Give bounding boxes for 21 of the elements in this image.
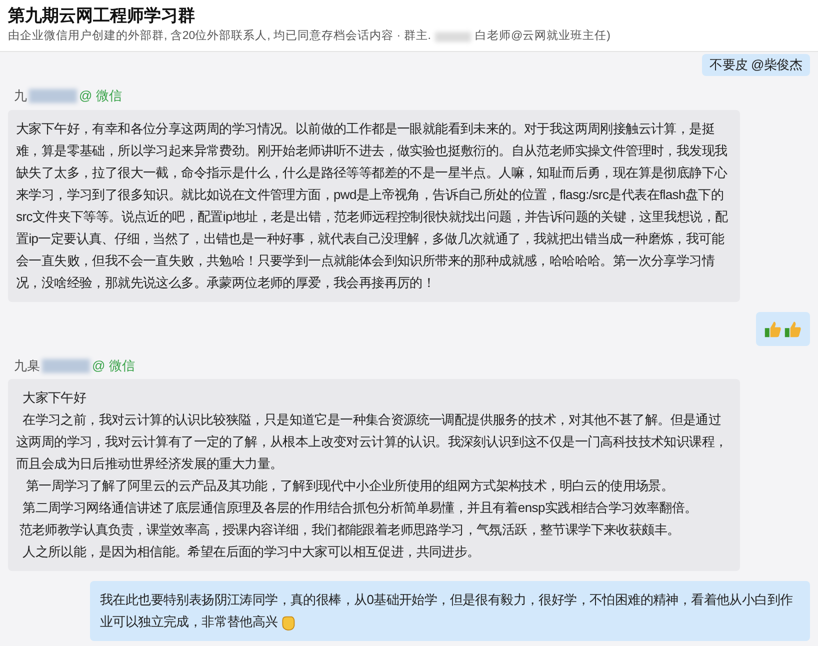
message-text: 第二周学习网络通信讲述了底层通信原理及各层的作用结合抓包分析简单易懂，并且有着ensp实践相结合学习效率翻倍。 bbox=[22, 499, 698, 518]
sender-source: @ 微信 bbox=[79, 87, 122, 106]
message-text: 我在此也要特别表扬阴江涛同学，真的很棒，从0基础开始学，但是很有毅力，很好学，不怕困难的精神，看着他从小白到作业可以独立完成，非常替他高兴 bbox=[100, 591, 794, 633]
message-text: 范老师教学认真负责，课堂效率高，授课内容详细，我们都能跟着老师思路学习，气氛活跃，整节课学下来收获颇丰。 bbox=[18, 521, 681, 540]
blurred-name bbox=[42, 358, 90, 372]
group-owner: 白老师@云网就业班主任) bbox=[475, 28, 611, 44]
group-title: 第九期云网工程师学习群 bbox=[8, 5, 196, 27]
message-text: 不要皮 @柴俊杰 bbox=[710, 56, 802, 74]
sender-name: 九臬 bbox=[14, 356, 40, 375]
message-text: 大家下午好，有幸和各位分享这两周的学习情况。以前做的工作都是一眼就能看到未来的。对于我这两周刚接触云计算，是挺难，算是零基础，所以学习起来异常费劲。刚开始老师讲听不进去，做实验也挺敷衍的。自从范老师实操文件管理时，我发现我缺失了太多，拉了很大一截，命令指示是什么，什么是路径等等都差的不是一星半点。人嘛，知耻而后勇，现在算是彻底静下心来学习，学习到了很多知识。就比如说在文件管理方面，pwd是上帝视角，告诉自己所处的位置，flasg:/src是代表在flash盘下的src文件夹下等等。说点近的吧，配置ip地址，老是出错，范老师远程控制很快就找出问题，并告诉问题的关键，这里我想说，配置ip一定要认真、仔细，当然了，出错也是一种好事，就代表自己没理解，多做几次就通了，我就把出错当成一种磨炼，我可能会一直失败，但我不会一直失败，共勉哈！只要学到一点就能体会到知识所带来的那种成就感，哈哈哈哈。第一次分享学习情况，没啥经验，那就先说这么多。承蒙两位老师的厚爱，我会再接再厉的！ bbox=[16, 120, 729, 292]
group-info: 由企业微信用户创建的外部群, 含20位外部联系人, 均已同意存档会话内容 · 群主. bbox=[8, 28, 431, 44]
blurred-name bbox=[435, 32, 471, 42]
sender-source: @ 微信 bbox=[92, 356, 135, 375]
message-text: 第一周学习了解了阿里云的云产品及其功能，了解到现代中小企业所使用的组网方式架构技术，明白云的使用场景。 bbox=[24, 477, 675, 496]
blurred-name bbox=[29, 89, 77, 103]
thumbs-up-icon bbox=[764, 320, 782, 338]
message-text: 人之所以能，是因为相信能。希望在后面的学习中大家可以相互促进，共同进步。 bbox=[22, 543, 481, 562]
thumbs-up-icon bbox=[784, 320, 802, 338]
sender-name: 九 bbox=[14, 87, 27, 106]
message-text: 在学习之前，我对云计算的认识比较狭隘，只是知道它是一种集合资源统一调配提供服务的技术，对其他不甚了解。但是通过这两周的学习，我对云计算有了一定的了解，从根本上改变对云计算的认识。我深刻认识到这不仅是一门高科技技术知识课程，而且会成为日后推动世界经济发展的重大力量。 bbox=[16, 411, 728, 474]
message-text: 大家下午好 bbox=[22, 389, 88, 408]
